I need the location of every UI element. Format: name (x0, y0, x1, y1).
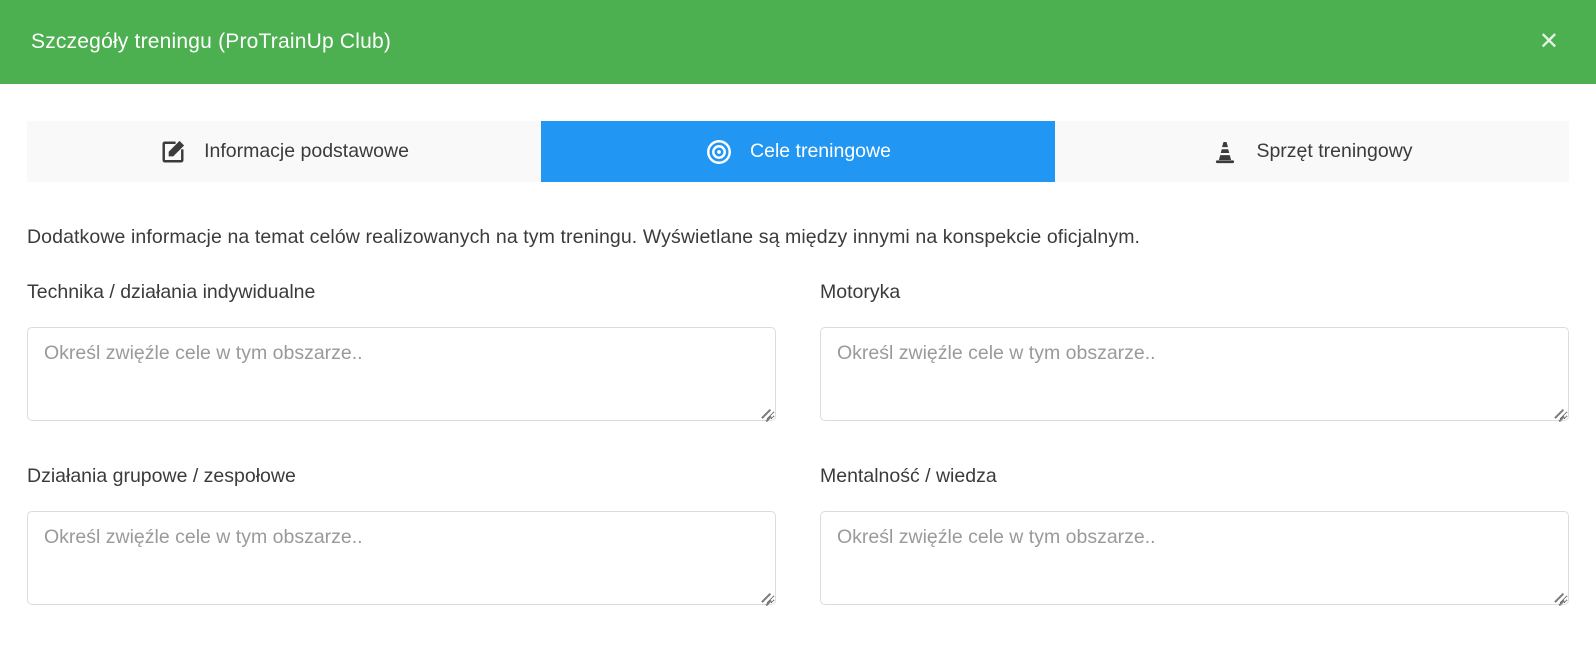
tab-label: Cele treningowe (750, 140, 891, 163)
technika-textarea[interactable] (27, 327, 776, 421)
tab-description: Dodatkowe informacje na temat celów real… (27, 226, 1569, 249)
field-dzialania-grupowe: Działania grupowe / zespołowe (27, 465, 776, 610)
traffic-cone-icon (1211, 138, 1239, 166)
modal-body: Informacje podstawowe Cele treningowe (0, 121, 1596, 649)
tab-sprzet-treningowy[interactable]: Sprzęt treningowy (1055, 121, 1569, 182)
edit-square-icon (159, 138, 187, 166)
tab-informacje-podstawowe[interactable]: Informacje podstawowe (27, 121, 541, 182)
target-icon (705, 138, 733, 166)
tab-label: Informacje podstawowe (204, 140, 409, 163)
field-label-mentalnosc: Mentalność / wiedza (820, 465, 1569, 488)
motoryka-textarea[interactable] (820, 327, 1569, 421)
tab-bar: Informacje podstawowe Cele treningowe (27, 121, 1569, 182)
field-technika: Technika / działania indywidualne (27, 281, 776, 426)
field-label-technika: Technika / działania indywidualne (27, 281, 776, 304)
close-icon[interactable]: ✕ (1533, 26, 1565, 58)
goal-fields: Technika / działania indywidualne Motory… (27, 281, 1569, 610)
field-label-motoryka: Motoryka (820, 281, 1569, 304)
modal-title: Szczegóły treningu (ProTrainUp Club) (31, 30, 391, 54)
modal-header: Szczegóły treningu (ProTrainUp Club) ✕ (0, 0, 1596, 84)
field-label-dzialania-grupowe: Działania grupowe / zespołowe (27, 465, 776, 488)
tab-label: Sprzęt treningowy (1256, 140, 1412, 163)
field-motoryka: Motoryka (820, 281, 1569, 426)
dzialania-grupowe-textarea[interactable] (27, 511, 776, 605)
tab-cele-treningowe[interactable]: Cele treningowe (541, 121, 1055, 182)
mentalnosc-textarea[interactable] (820, 511, 1569, 605)
field-mentalnosc: Mentalność / wiedza (820, 465, 1569, 610)
